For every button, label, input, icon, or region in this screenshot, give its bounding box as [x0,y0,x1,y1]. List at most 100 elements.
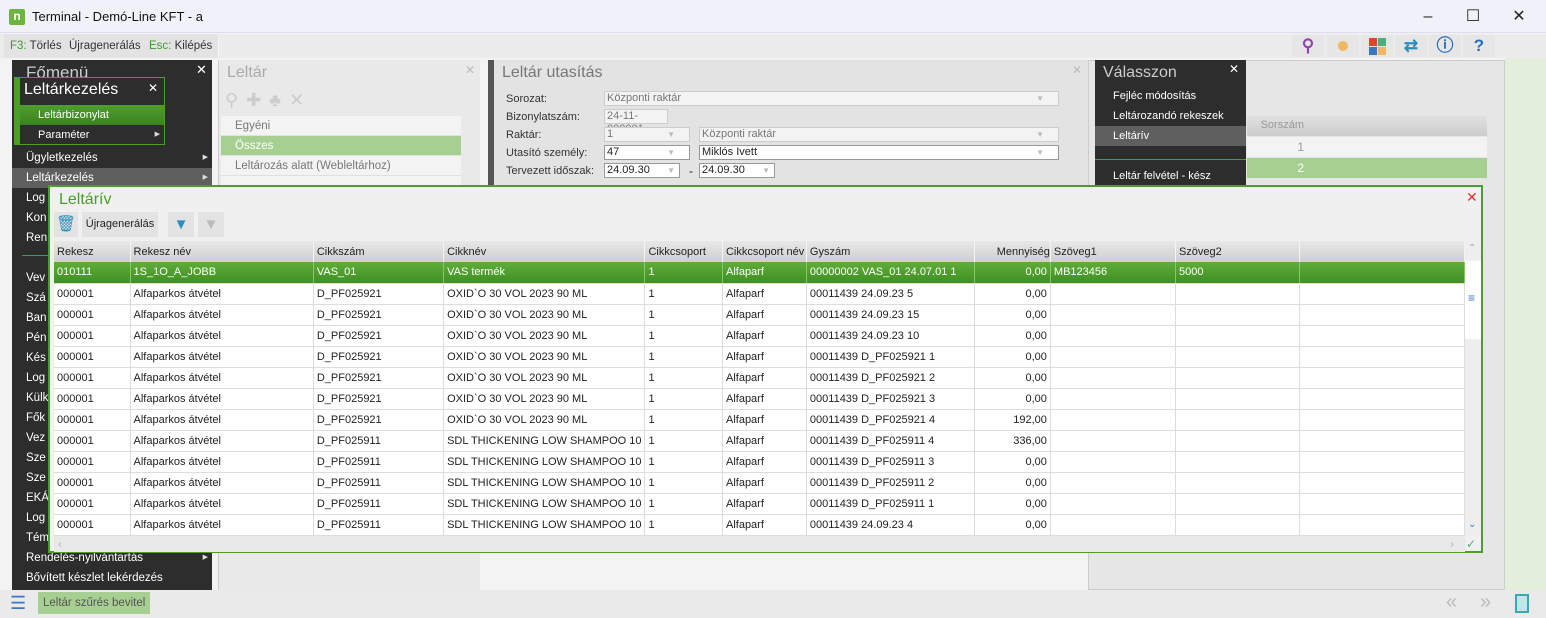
filter-icon[interactable]: ▼ [168,212,194,237]
sidebar-item-label: Pén [26,332,47,344]
table-row[interactable]: 000001 Alfaparkos átvétel D_PF025911 SDL TH… [54,451,1465,473]
sidebar-item[interactable]: Bővített készlet lekérdezés [12,568,212,588]
menu-item-rekeszek[interactable]: Leltározandó rekeszek [1095,106,1246,126]
column-header[interactable]: Szöveg2 [1175,241,1300,262]
table-cell: SDL THICKENING LOW SHAMPOO 10 [443,430,646,452]
close-window-button[interactable]: ✕ [1496,4,1542,30]
filter-input-button[interactable]: Leltár szűrés bevitel [38,592,151,614]
horizontal-scrollbar[interactable]: ‹ › [54,536,1465,552]
double-chevron-left-icon[interactable]: « [1446,591,1457,614]
szemely-code-select[interactable]: 47 ▼ [604,145,690,160]
trash-icon[interactable]: 🗑 [54,212,78,237]
minimize-button[interactable]: – [1405,4,1451,30]
maximize-button[interactable]: ☐ [1450,4,1496,30]
column-header[interactable]: Cikkcsoport név [722,241,807,262]
panel-toolbar-icons[interactable]: ⚲✚♣✕ [225,90,312,111]
table-cell: 0,00 [974,493,1051,515]
idoszak-from-field[interactable]: 24.09.30 ▼ [604,163,680,178]
column-header[interactable]: Rekesz [54,241,131,262]
close-icon[interactable]: ✕ [148,81,158,95]
szemely-label: Utasító személy: [506,147,588,159]
hamburger-menu-icon[interactable]: ☰ [10,593,26,614]
scroll-right-icon[interactable]: › [1450,537,1454,551]
sidebar-item-label: Tém [26,532,49,544]
sidebar-item-label: Kés [26,352,46,364]
table-cell: OXID`O 30 VOL 2023 90 ML [443,367,646,389]
menu-item-leltarbizonylat[interactable]: Leltárbizonylat [20,105,164,125]
vertical-scrollbar[interactable]: ⌃ ≡ ⌄ [1465,241,1481,536]
table-cell: 00011439 D_PF025911 1 [806,493,975,515]
table-row[interactable]: 000001 Alfaparkos átvétel D_PF025921 OXID`O… [54,304,1465,326]
table-cell: Alfaparf [722,388,807,410]
table-cell: 000001 [54,367,131,389]
raktar-name-select[interactable]: Központi raktár ▼ [699,127,1059,142]
column-header[interactable]: Mennyiség [974,241,1051,262]
menu-item-fejlec[interactable]: Fejléc módosítás [1095,86,1246,106]
table-row[interactable]: 010111 1S_1O_A_JOBB VAS_01 VAS termék 1 Alfap… [54,262,1465,284]
column-header[interactable]: Cikkszám [313,241,445,262]
sorozat-select[interactable]: Központi raktár ▼ [604,91,1059,106]
scroll-down-icon[interactable]: ⌄ [1468,519,1476,530]
column-header[interactable]: Rekesz név [130,241,314,262]
table-row[interactable]: 000001 Alfaparkos átvétel D_PF025921 OXID`O… [54,409,1465,431]
table-row[interactable]: 000001 Alfaparkos átvétel D_PF025911 SDL TH… [54,430,1465,452]
list-item-leltarozas-alatt[interactable]: Leltározás alatt (Webleltárhoz) [221,156,461,176]
exit-button[interactable]: Esc: Kilépés [143,34,220,58]
raktar-code-select[interactable]: 1 ▼ [604,127,690,142]
scroll-thumb[interactable]: ≡ [1465,261,1481,339]
sidebar-item[interactable]: Ügyletkezelés ▶ [12,148,212,168]
double-chevron-right-icon[interactable]: » [1480,591,1491,614]
menu-item-leltariv[interactable]: Leltárív [1095,126,1246,146]
close-icon[interactable]: ✕ [1072,63,1082,77]
apps-grid-icon[interactable] [1361,35,1393,57]
table-row[interactable]: 000001 Alfaparkos átvétel D_PF025911 SDL TH… [54,493,1465,515]
column-header[interactable] [1299,241,1465,262]
confirm-check-icon[interactable]: ✓ [1466,537,1476,551]
column-header[interactable]: Cikknév [443,241,646,262]
menu-item-felvetel-kesz[interactable]: Leltár felvétel - kész [1095,166,1246,186]
search-icon[interactable]: ⚲ [1292,35,1324,57]
valasszon-menu: Válasszon ✕ Fejléc módosítás Leltározand… [1095,60,1246,186]
table-row[interactable]: 1 [1247,137,1487,157]
bizonylat-field[interactable]: 24-11-000001 [604,109,668,135]
table-row[interactable]: 000001 Alfaparkos átvétel D_PF025921 OXID`O… [54,283,1465,305]
table-cell: 0,00 [974,388,1051,410]
column-header[interactable]: Cikkcsoport [644,241,723,262]
table-row[interactable]: 000001 Alfaparkos átvétel D_PF025921 OXID`O… [54,325,1465,347]
column-header[interactable]: Szöveg1 [1050,241,1176,262]
sidebar-item-label: Ügyletkezelés [26,152,98,164]
close-icon[interactable]: ✕ [1466,189,1478,206]
scroll-up-icon[interactable]: ⌃ [1468,243,1476,254]
chevron-down-icon: ▼ [1036,148,1044,157]
scroll-left-icon[interactable]: ‹ [58,537,62,551]
table-row[interactable]: 000001 Alfaparkos átvétel D_PF025911 SDL TH… [54,514,1465,536]
info-icon[interactable]: ⓘ [1429,35,1461,57]
menu-item-parameter[interactable]: Paraméter ▶ [20,125,164,145]
table-row[interactable]: 000001 Alfaparkos átvétel D_PF025921 OXID`O… [54,367,1465,389]
szemely-name-select[interactable]: Miklós Ivett ▼ [699,145,1059,160]
close-icon[interactable]: ✕ [1229,62,1239,76]
close-icon[interactable]: ✕ [465,63,475,77]
column-header[interactable]: Gyszám [806,241,975,262]
help-icon[interactable]: ? [1463,35,1495,57]
list-item-osszes[interactable]: Összes [221,136,461,156]
list-item-egyeni[interactable]: Egyéni [221,116,461,136]
delete-button[interactable]: F3: Törlés [4,34,69,58]
table-cell: Alfaparf [722,451,807,473]
table-row-selected[interactable]: 2 [1247,158,1487,178]
list-item-label: Egyéni [235,120,271,132]
clear-filter-icon[interactable]: ▼ [198,212,224,237]
table-cell [1175,430,1300,452]
user-icon[interactable] [1327,35,1359,57]
regenerate-button[interactable]: Újragenerálás [63,34,148,58]
table-row[interactable]: 000001 Alfaparkos átvétel D_PF025921 OXID`O… [54,388,1465,410]
table-row[interactable]: 000001 Alfaparkos átvétel D_PF025911 SDL TH… [54,472,1465,494]
shortcut-key: Esc: [149,40,172,52]
table-row[interactable]: 000001 Alfaparkos átvétel D_PF025921 OXID`O… [54,346,1465,368]
panel-title: Leltár [227,64,268,81]
regenerate-button[interactable]: Újragenerálás [82,212,158,237]
document-icon[interactable] [1515,594,1529,613]
swap-arrows-icon[interactable]: ⇄ [1395,35,1427,57]
close-icon[interactable]: ✕ [196,62,207,78]
idoszak-to-field[interactable]: 24.09.30 ▼ [699,163,775,178]
